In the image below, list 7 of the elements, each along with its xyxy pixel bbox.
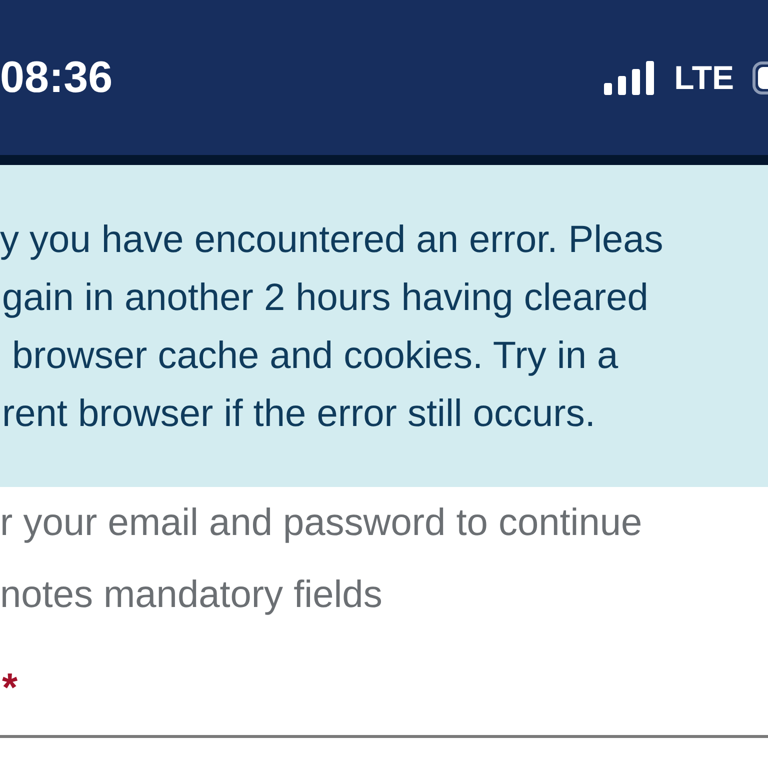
clock-time: 08:36 (0, 52, 113, 102)
network-label: LTE (674, 58, 734, 96)
required-asterisk: * (1, 665, 19, 712)
error-message: y you have encountered an error. Pleas gain in another 2 hours having cleared browser cache and cookies. Try in a rent browser if the error still occurs. (0, 218, 664, 437)
signal-icon (604, 60, 656, 94)
instruction-text: r your email and password to continue (0, 501, 644, 546)
instruction-text: notes mandatory fields (0, 573, 384, 618)
